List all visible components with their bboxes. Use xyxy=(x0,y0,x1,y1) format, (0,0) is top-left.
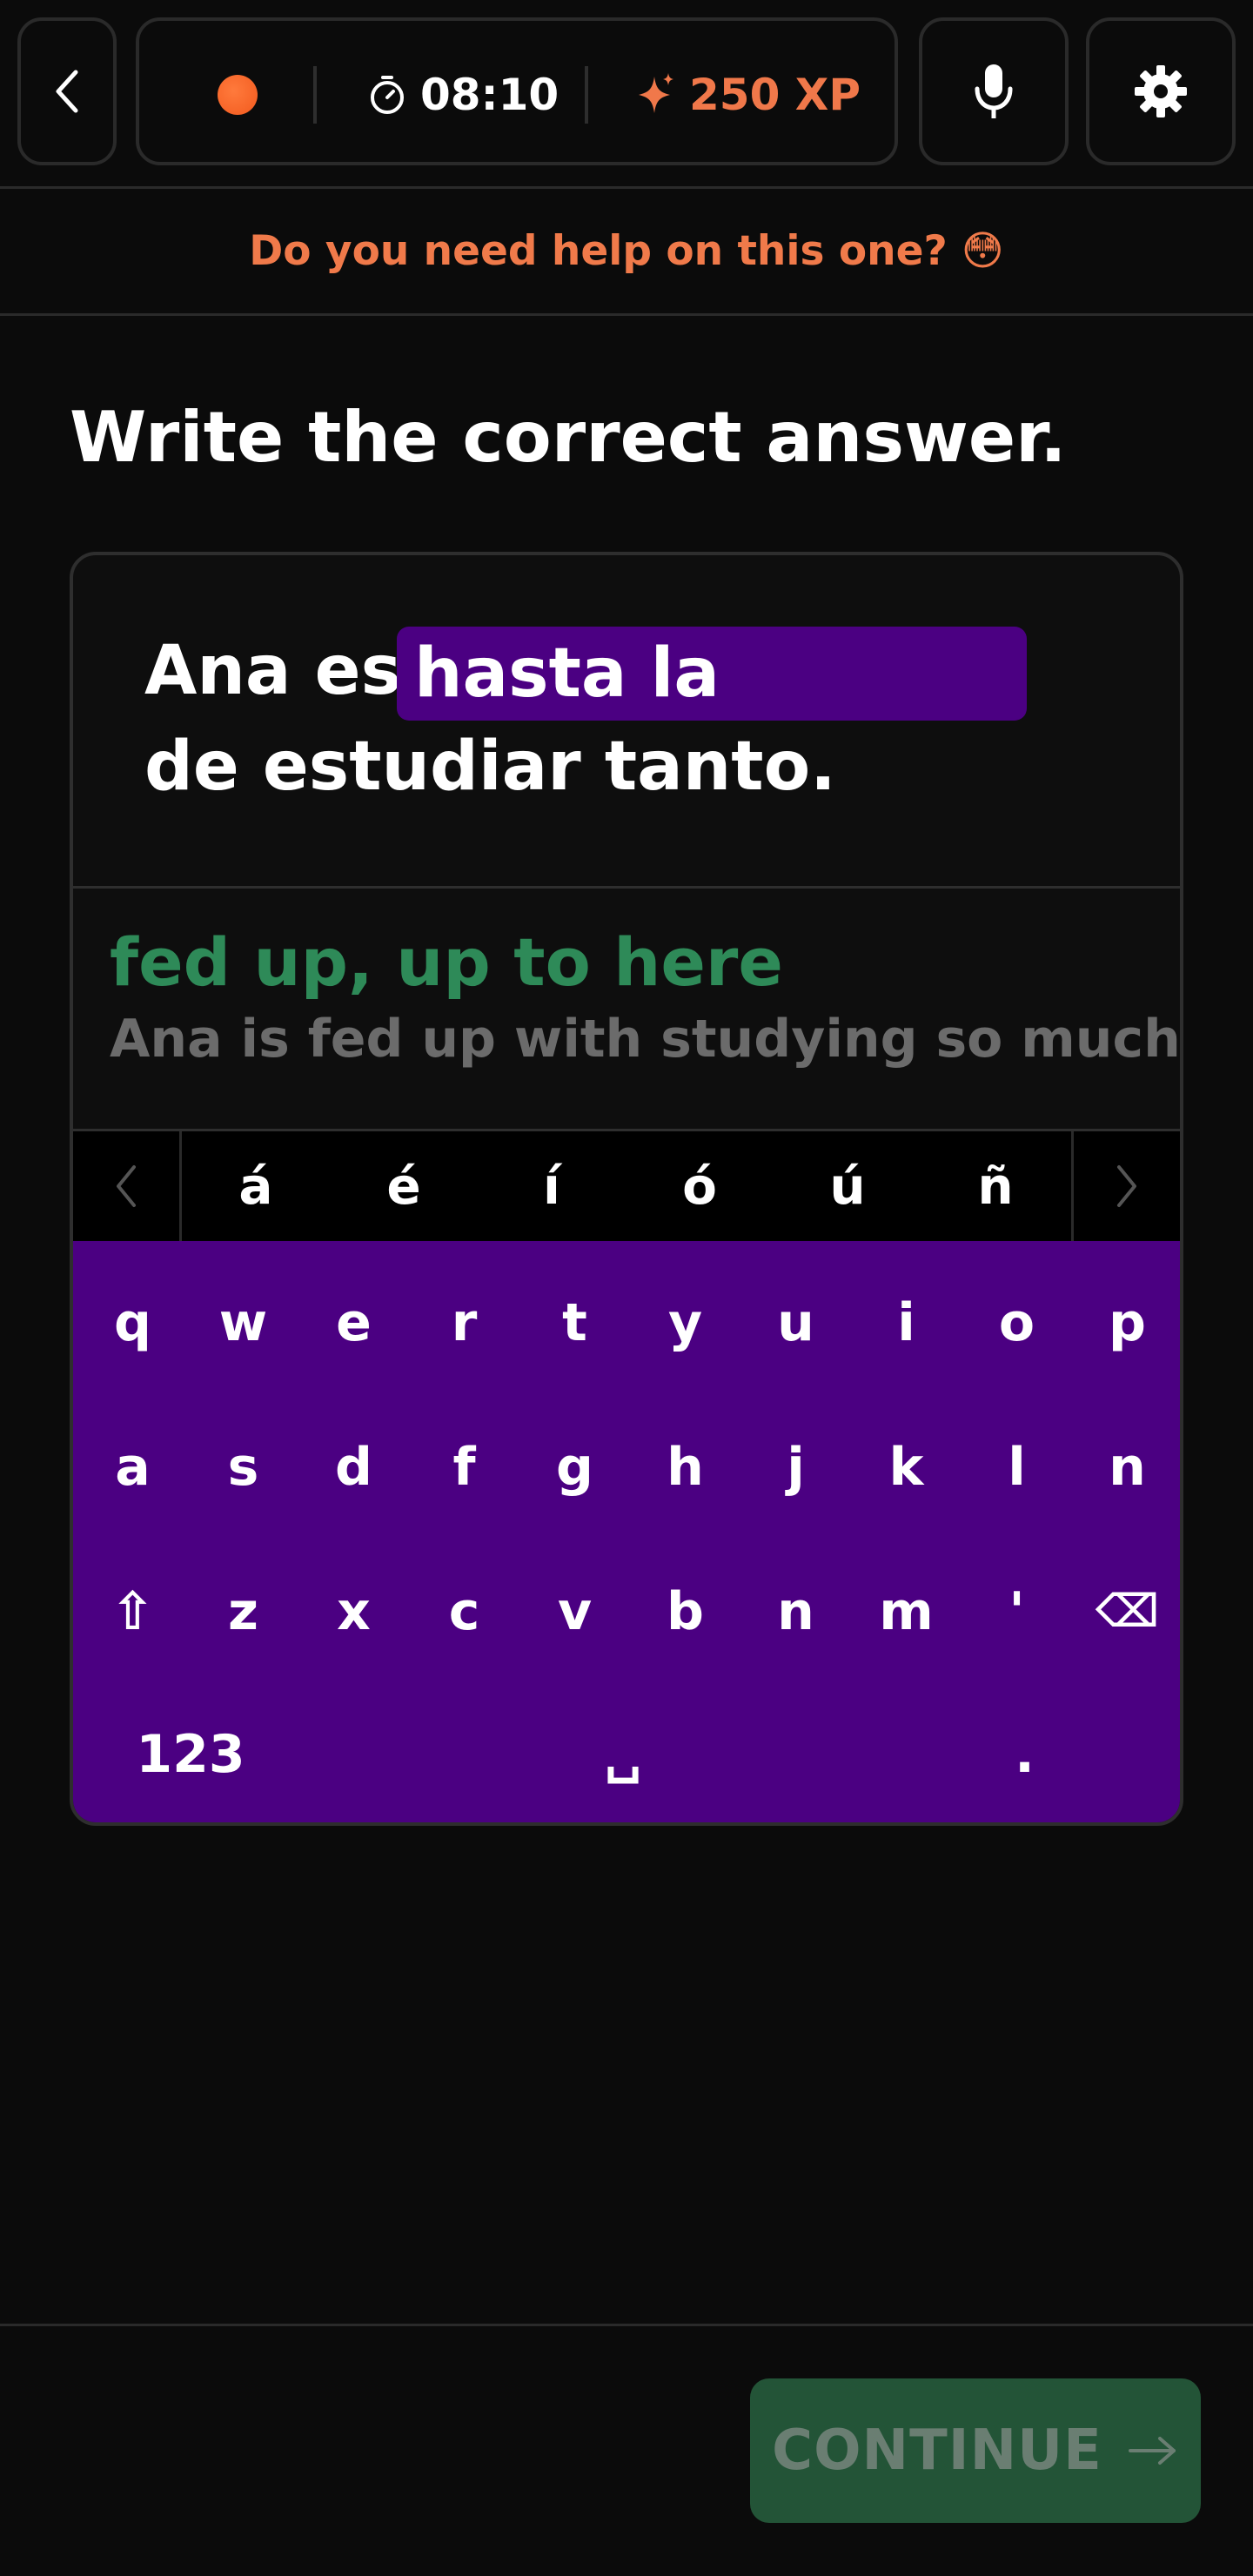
backspace-key[interactable]: ⌫ xyxy=(1072,1542,1180,1681)
accent-key[interactable]: á xyxy=(182,1131,330,1241)
xp-value: 250 XP xyxy=(689,70,861,120)
sparkle-icon xyxy=(639,73,673,113)
gear-icon xyxy=(1135,65,1187,117)
help-link[interactable]: Do you need help on this one? 😳 xyxy=(0,188,1253,313)
exercise-prompt: Write the correct answer. xyxy=(70,397,1067,478)
accent-key[interactable]: é xyxy=(330,1131,478,1241)
accent-prev-button[interactable] xyxy=(73,1131,182,1241)
back-chevron-icon xyxy=(56,70,78,113)
help-divider xyxy=(0,313,1253,316)
flushed-face-icon: 😳 xyxy=(961,226,1004,275)
key[interactable]: k xyxy=(851,1398,962,1537)
key[interactable]: j xyxy=(740,1398,851,1537)
accent-next-button[interactable] xyxy=(1071,1131,1180,1241)
key[interactable]: v xyxy=(519,1542,630,1681)
key[interactable]: a xyxy=(77,1398,188,1537)
arrow-right-icon xyxy=(1127,2433,1179,2468)
key[interactable]: z xyxy=(188,1542,298,1681)
status-panel: 08:10 250 XP xyxy=(136,17,898,165)
key[interactable]: y xyxy=(630,1253,740,1392)
key[interactable]: m xyxy=(851,1542,962,1681)
key[interactable]: g xyxy=(519,1398,630,1537)
shift-key[interactable]: ⇧ xyxy=(77,1542,188,1681)
key[interactable]: s xyxy=(188,1398,298,1537)
key[interactable]: ' xyxy=(962,1542,1072,1681)
status-divider xyxy=(313,66,317,124)
key[interactable]: i xyxy=(851,1253,962,1392)
key[interactable]: f xyxy=(409,1398,519,1537)
settings-button[interactable] xyxy=(1086,17,1236,165)
exercise-card: Ana está de estudiar tanto. hasta la fed… xyxy=(70,552,1183,1826)
hint-meaning: fed up, up to here xyxy=(110,923,783,1001)
back-button[interactable] xyxy=(17,17,117,165)
help-text: Do you need help on this one? xyxy=(249,226,948,275)
microphone-button[interactable] xyxy=(919,17,1069,165)
key[interactable]: r xyxy=(409,1253,519,1392)
microphone-icon xyxy=(975,64,1013,118)
chevron-right-icon xyxy=(1117,1165,1136,1207)
sentence-after: de estudiar tanto. xyxy=(144,728,836,806)
footer-divider xyxy=(0,2324,1253,2326)
continue-label: CONTINUE xyxy=(772,2418,1102,2483)
key[interactable]: x xyxy=(298,1542,409,1681)
key[interactable]: h xyxy=(630,1398,740,1537)
key[interactable]: l xyxy=(962,1398,1072,1537)
space-key[interactable]: ␣ xyxy=(405,1685,841,1822)
answer-value: hasta la xyxy=(414,634,720,713)
period-key[interactable]: . xyxy=(969,1685,1080,1822)
status-divider xyxy=(585,66,588,124)
accent-key[interactable]: í xyxy=(478,1131,626,1241)
key[interactable]: t xyxy=(519,1253,630,1392)
key[interactable]: p xyxy=(1072,1253,1180,1392)
key[interactable]: b xyxy=(630,1542,740,1681)
hint-translation: Ana is fed up with studying so much. xyxy=(110,1009,1183,1070)
answer-input[interactable]: hasta la xyxy=(397,627,1027,721)
card-divider xyxy=(73,886,1180,889)
key[interactable]: q xyxy=(77,1253,188,1392)
key[interactable]: n xyxy=(740,1542,851,1681)
accent-key[interactable]: ó xyxy=(626,1131,774,1241)
stopwatch-icon xyxy=(371,76,404,114)
keyboard: q w e r t y u i o p a s d f g h j k l n … xyxy=(73,1241,1180,1822)
accent-key[interactable]: ñ xyxy=(921,1131,1069,1241)
timer-value: 08:10 xyxy=(420,70,559,120)
key[interactable]: w xyxy=(188,1253,298,1392)
accent-bar: á é í ó ú ñ xyxy=(73,1131,1180,1241)
continue-button[interactable]: CONTINUE xyxy=(750,2378,1201,2523)
key[interactable]: n xyxy=(1072,1398,1180,1537)
status-dot-icon xyxy=(218,75,258,115)
key[interactable]: d xyxy=(298,1398,409,1537)
chevron-left-icon xyxy=(117,1165,136,1207)
key[interactable]: u xyxy=(740,1253,851,1392)
key[interactable]: o xyxy=(962,1253,1072,1392)
key[interactable]: c xyxy=(409,1542,519,1681)
key[interactable]: e xyxy=(298,1253,409,1392)
accent-key[interactable]: ú xyxy=(774,1131,921,1241)
numbers-key[interactable]: 123 xyxy=(77,1685,304,1822)
